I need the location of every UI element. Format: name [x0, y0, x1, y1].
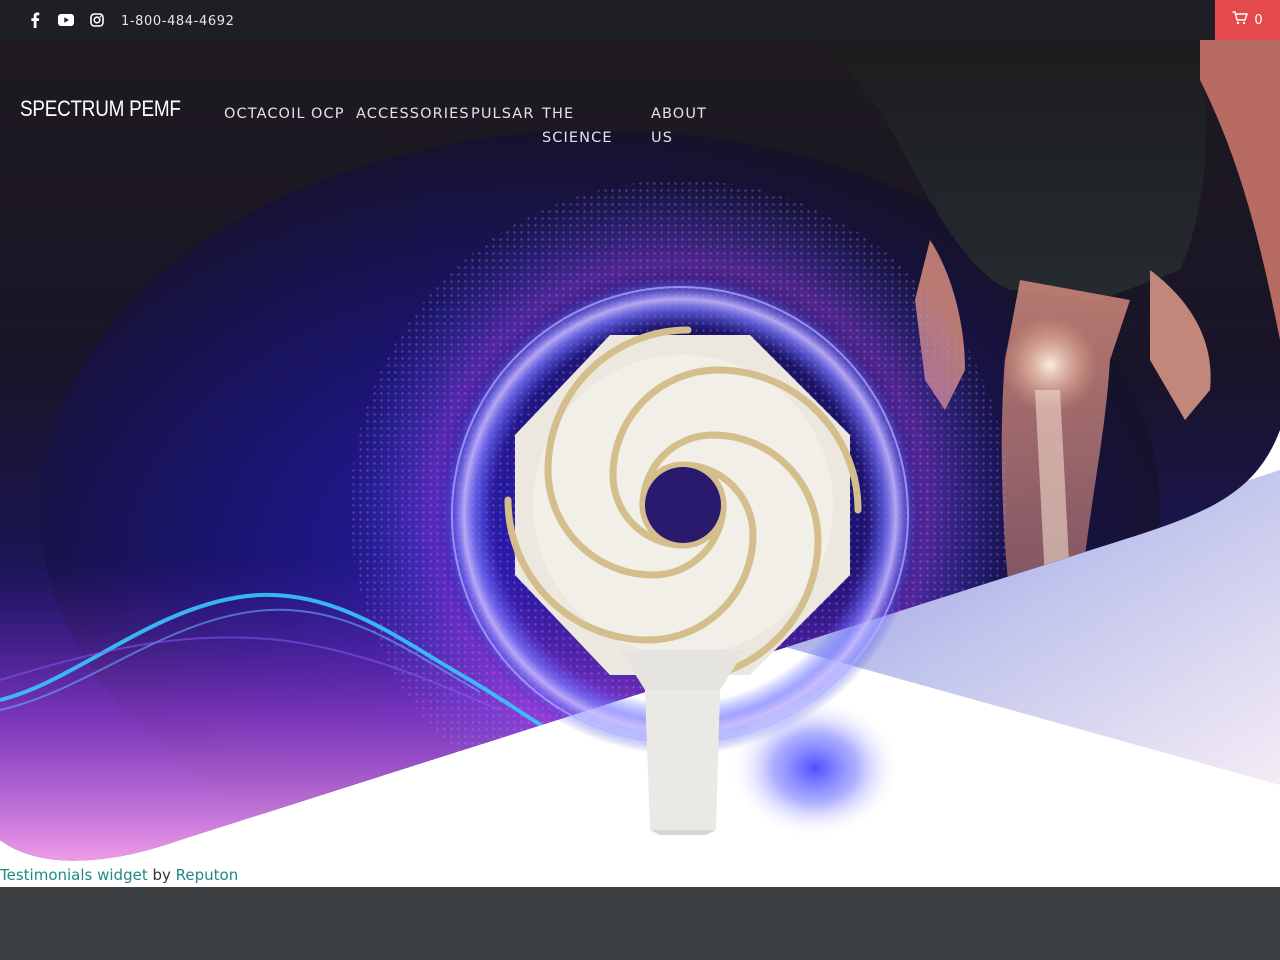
testimonials-credit: Testimonials widget by Reputon	[0, 866, 238, 884]
site-footer	[0, 887, 1280, 960]
hero-artwork	[0, 40, 1280, 863]
credit-by-text: by	[152, 866, 171, 884]
site-logo[interactable]: SPECTRUM PEMF	[20, 96, 181, 122]
nav-item-ocp[interactable]: OCP	[311, 102, 356, 150]
nav-item-octacoil[interactable]: OCTACOIL	[224, 102, 311, 150]
cart-count: 0	[1254, 12, 1263, 28]
social-links	[26, 12, 105, 29]
reputon-link[interactable]: Reputon	[176, 866, 239, 884]
youtube-icon[interactable]	[57, 12, 74, 29]
nav-item-about-us[interactable]: ABOUT US	[651, 102, 711, 150]
testimonials-widget-link[interactable]: Testimonials widget	[0, 866, 148, 884]
nav-item-accessories[interactable]: ACCESSORIES	[356, 102, 471, 150]
cart-icon	[1232, 11, 1249, 29]
facebook-icon[interactable]	[26, 12, 43, 29]
instagram-icon[interactable]	[88, 12, 105, 29]
nav-item-the-science[interactable]: THE SCIENCE	[542, 102, 620, 150]
hero-banner: SPECTRUM PEMF OCTACOIL OCP ACCESSORIES P…	[0, 40, 1280, 863]
cart-button[interactable]: 0	[1215, 0, 1280, 40]
nav-item-pulsar[interactable]: PULSAR	[471, 102, 542, 150]
phone-number[interactable]: 1-800-484-4692	[121, 14, 234, 29]
main-navigation: OCTACOIL OCP ACCESSORIES PULSAR THE SCIE…	[224, 102, 711, 150]
top-utility-bar: 1-800-484-4692 0	[0, 0, 1280, 40]
